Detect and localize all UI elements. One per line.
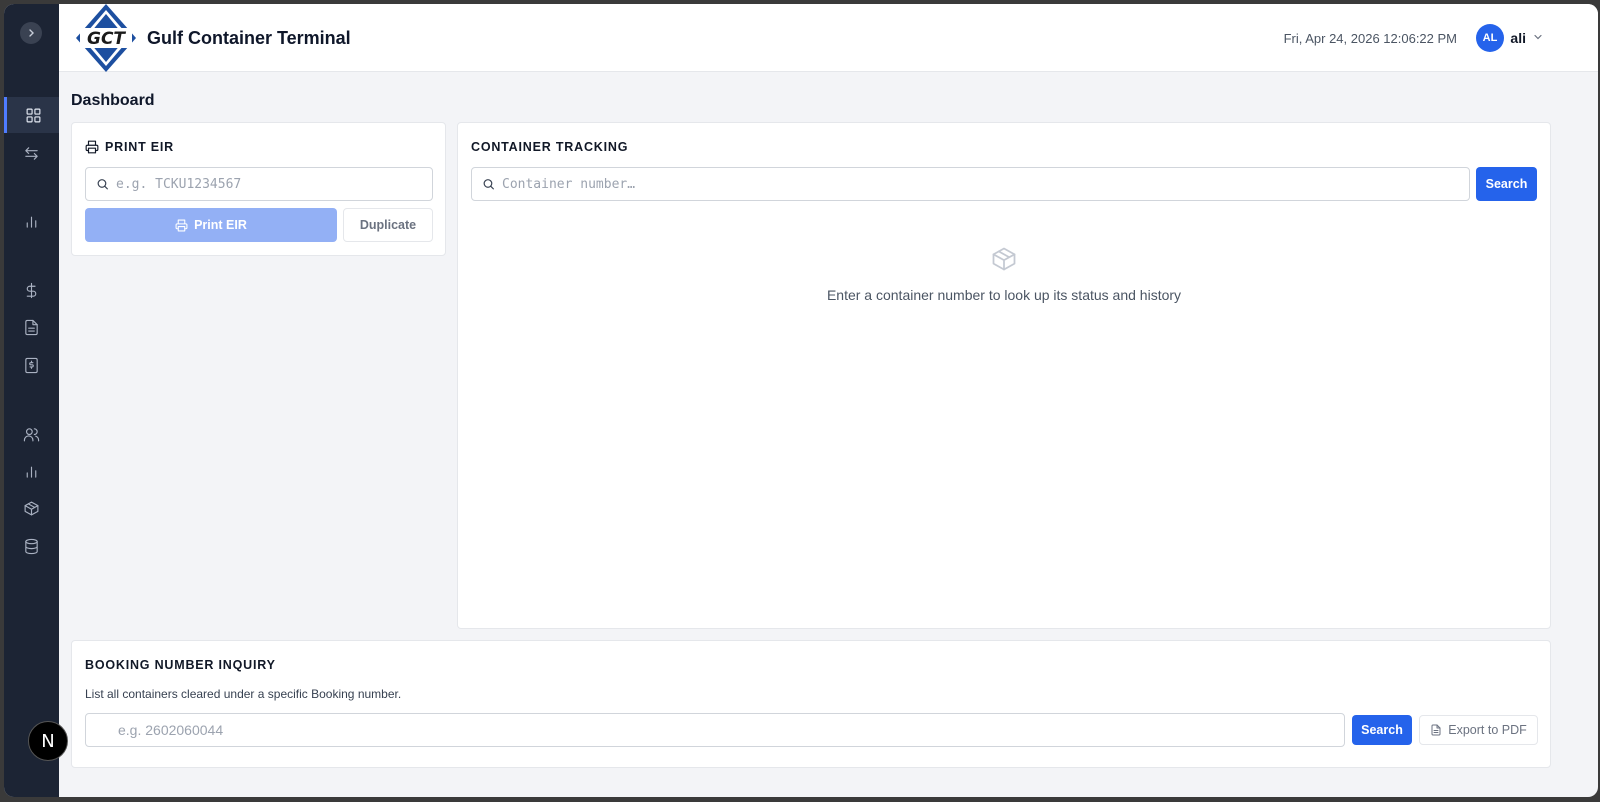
search-icon (97, 179, 108, 190)
database-icon (25, 538, 38, 554)
sidebar-item-reports[interactable] (4, 203, 59, 239)
sidebar-item-transfers[interactable] (4, 135, 59, 171)
booking-inquiry-title: BOOKING NUMBER INQUIRY (85, 658, 276, 672)
booking-search-field (85, 713, 1345, 747)
sidebar-item-database[interactable] (4, 528, 59, 564)
dev-tools-badge[interactable]: N (28, 721, 68, 761)
sidebar-item-containers[interactable] (4, 490, 59, 526)
eir-container-input[interactable] (86, 168, 432, 200)
container-number-input[interactable] (472, 168, 1469, 200)
eir-search-field (85, 167, 433, 201)
datetime-display: Fri, Apr 24, 2026 12:06:22 PM (1283, 31, 1457, 46)
booking-inquiry-description: List all containers cleared under a spec… (85, 687, 402, 701)
invoice-icon (25, 357, 38, 373)
chevron-right-icon (29, 29, 34, 37)
sidebar (4, 4, 59, 797)
sidebar-item-billing[interactable] (4, 272, 59, 308)
sidebar-item-dashboard[interactable] (4, 97, 59, 133)
sidebar-item-analytics[interactable] (4, 453, 59, 489)
dollar-icon (26, 282, 37, 298)
print-eir-title: PRINT EIR (85, 140, 174, 154)
container-search-button[interactable]: Search (1476, 167, 1537, 201)
print-eir-card: PRINT EIR Print EIR Duplicate (71, 122, 446, 256)
gct-logo: GCT (76, 4, 136, 72)
dashboard-icon (26, 108, 40, 122)
export-pdf-button[interactable]: Export to PDF (1419, 715, 1538, 745)
top-header: GCT Gulf Container Terminal Fri, Apr 24,… (59, 4, 1598, 72)
transfer-arrows-icon (25, 146, 38, 160)
container-tracking-card: CONTAINER TRACKING Search Enter a contai… (457, 122, 1551, 629)
user-name[interactable]: ali (1510, 30, 1526, 46)
sidebar-item-users[interactable] (4, 416, 59, 452)
sidebar-item-invoices[interactable] (4, 347, 59, 383)
document-icon (25, 319, 38, 335)
print-eir-button[interactable]: Print EIR (85, 208, 337, 242)
empty-state-message: Enter a container number to look up its … (826, 287, 1182, 303)
printer-icon (85, 140, 99, 154)
booking-inquiry-card: BOOKING NUMBER INQUIRY List all containe… (71, 640, 1551, 768)
print-eir-title-label: PRINT EIR (105, 140, 175, 154)
package-icon (992, 247, 1016, 271)
bar-chart-icon (26, 466, 37, 478)
duplicate-button[interactable]: Duplicate (343, 208, 433, 242)
file-icon (1431, 724, 1441, 736)
logo-text: GCT (87, 29, 126, 49)
chevron-down-icon[interactable] (1533, 32, 1543, 42)
booking-search-button[interactable]: Search (1352, 715, 1412, 745)
bar-chart-icon (26, 216, 37, 228)
users-icon (23, 427, 40, 441)
app-window: GCT Gulf Container Terminal Fri, Apr 24,… (4, 4, 1598, 797)
user-avatar[interactable]: AL (1476, 24, 1504, 52)
container-tracking-title: CONTAINER TRACKING (471, 140, 629, 154)
app-title: Gulf Container Terminal (147, 28, 351, 48)
package-icon (24, 501, 39, 515)
duplicate-button-label: Duplicate (359, 218, 417, 232)
booking-number-input[interactable] (86, 714, 1344, 746)
page-title: Dashboard (71, 92, 155, 109)
sidebar-toggle-button[interactable] (20, 22, 42, 44)
container-search-field (471, 167, 1470, 201)
print-eir-button-label: Print EIR (194, 218, 247, 232)
sidebar-item-documents[interactable] (4, 309, 59, 345)
printer-icon (175, 219, 188, 231)
export-pdf-label: Export to PDF (1448, 723, 1527, 737)
search-icon (483, 179, 494, 190)
